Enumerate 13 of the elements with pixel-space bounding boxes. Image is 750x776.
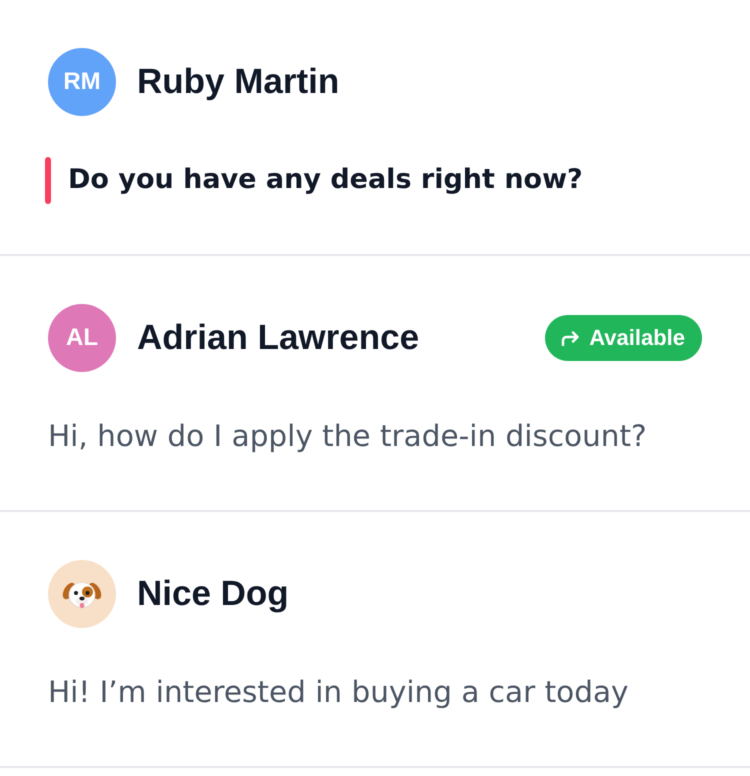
- avatar: AL: [48, 304, 116, 372]
- message-preview: Do you have any deals right now?: [68, 163, 583, 197]
- message-preview: Hi! I’m interested in buying a car today: [48, 674, 628, 711]
- contact-name: Nice Dog: [137, 574, 289, 614]
- forward-arrow-icon: [561, 330, 580, 346]
- contact-name: Ruby Martin: [137, 62, 340, 102]
- conversation-item[interactable]: AL Adrian Lawrence Available Hi, how do I apply the trade-in discount?: [0, 256, 750, 512]
- conversation-item[interactable]: Nice Dog Hi! I’m interested in buying a car today: [0, 512, 750, 768]
- message-preview: Hi, how do I apply the trade-in discount?: [48, 418, 647, 455]
- status-badge: Available: [545, 315, 702, 361]
- conversation-item[interactable]: RM Ruby Martin Do you have any deals right now?: [0, 0, 750, 256]
- contact-name: Adrian Lawrence: [137, 318, 420, 358]
- avatar: RM: [48, 48, 116, 116]
